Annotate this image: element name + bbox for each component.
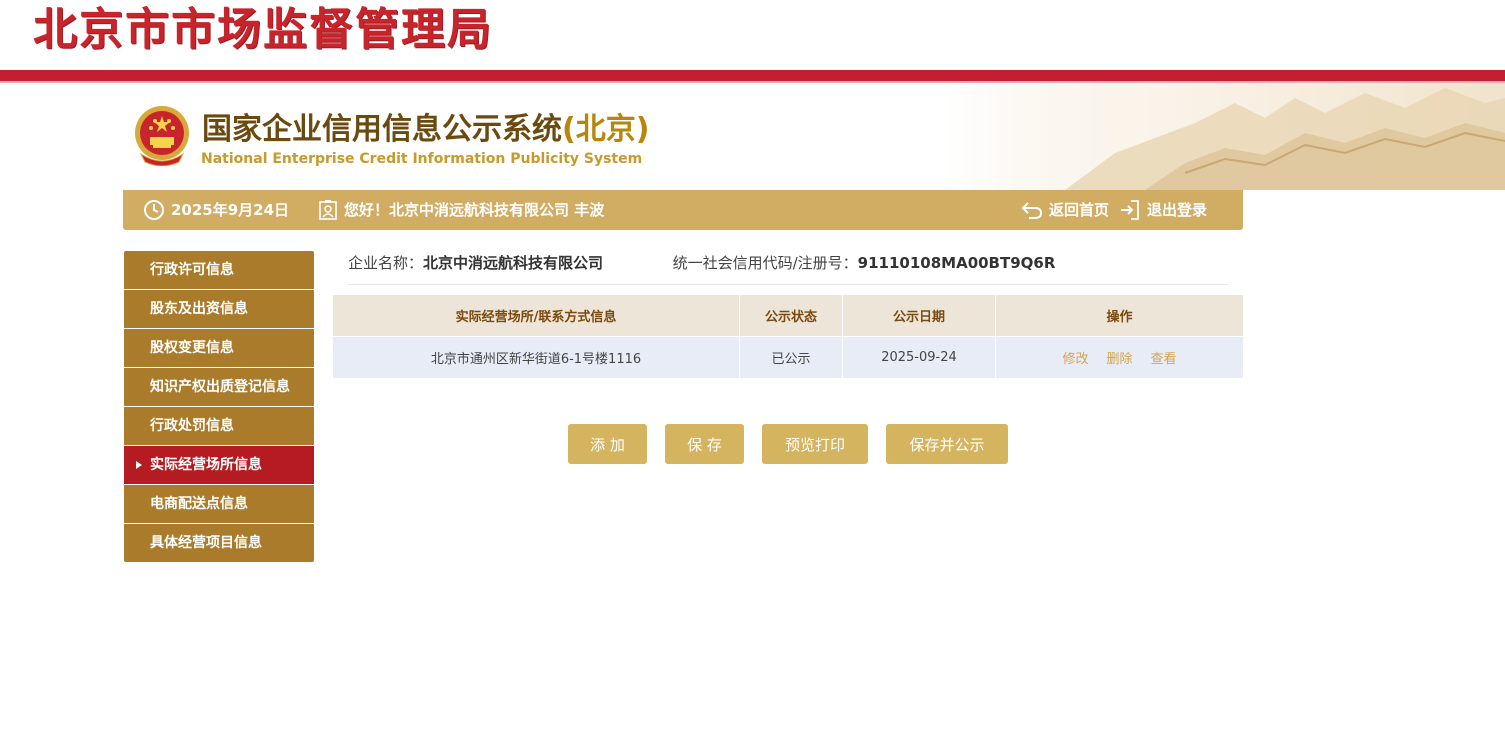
sidebar-item-label: 实际经营场所信息: [150, 457, 262, 473]
system-title: 国家企业信用信息公示系统(北京): [202, 110, 649, 150]
top-header: 北京市市场监督管理局: [0, 0, 1505, 70]
cell-date: 2025-09-24: [842, 336, 996, 378]
info-bar: 2025年9月24日 您好！北京中消远航科技有限公司 丰波 返回首页 退出登录: [123, 190, 1243, 230]
red-divider: [0, 70, 1505, 81]
sidebar-item-label: 股权变更信息: [150, 340, 234, 356]
preview-print-button[interactable]: 预览打印: [762, 424, 868, 464]
col-header-status: 公示状态: [739, 295, 843, 337]
premises-table: 实际经营场所/联系方式信息 公示状态 公示日期 操作 北京市通州区新华街道6-1…: [333, 295, 1243, 378]
sidebar-item-label: 知识产权出质登记信息: [150, 379, 290, 395]
edit-link[interactable]: 修改: [1062, 352, 1088, 367]
cell-status: 已公示: [739, 336, 843, 378]
sidebar-item-label: 股东及出资信息: [150, 301, 248, 317]
company-name: 北京中消远航科技有限公司: [423, 254, 604, 272]
sidebar-item-admin-license[interactable]: 行政许可信息: [124, 251, 314, 290]
cell-ops: 修改 删除 查看: [995, 336, 1243, 378]
date-text: 2025年9月24日: [171, 201, 290, 219]
sidebar-item-label: 行政许可信息: [150, 262, 234, 278]
logout-label: 退出登录: [1147, 201, 1208, 219]
sidebar-item-admin-penalty[interactable]: 行政处罚信息: [124, 407, 314, 446]
save-publish-button[interactable]: 保存并公示: [886, 424, 1008, 464]
home-label: 返回首页: [1049, 201, 1110, 219]
return-arrow-icon: [1021, 202, 1043, 219]
sidebar-item-business-premises[interactable]: 实际经营场所信息: [124, 446, 314, 485]
user-badge-icon: [319, 200, 337, 220]
sidebar-item-ip-pledge[interactable]: 知识产权出质登记信息: [124, 368, 314, 407]
sidebar-item-business-items[interactable]: 具体经营项目信息: [124, 524, 314, 562]
sidebar-item-ecommerce-delivery[interactable]: 电商配送点信息: [124, 485, 314, 524]
sidebar-item-equity-change[interactable]: 股权变更信息: [124, 329, 314, 368]
delete-link[interactable]: 删除: [1106, 352, 1132, 367]
table-row: 北京市通州区新华街道6-1号楼1116 已公示 2025-09-24 修改 删除 查…: [333, 336, 1243, 378]
active-arrow-icon: [136, 461, 142, 469]
company-name-label: 企业名称：: [348, 254, 424, 272]
add-button[interactable]: 添 加: [568, 424, 647, 464]
credit-code: 91110108MA00BT9Q6R: [857, 254, 1056, 272]
logout-icon: [1121, 200, 1139, 220]
sidebar-item-shareholders[interactable]: 股东及出资信息: [124, 290, 314, 329]
agency-title: 北京市市场监督管理局: [33, 4, 493, 55]
view-link[interactable]: 查看: [1151, 352, 1177, 367]
greeting-text: 您好！北京中消远航科技有限公司 丰波: [344, 201, 605, 219]
user-greeting: 您好！北京中消远航科技有限公司 丰波: [318, 190, 604, 230]
home-link[interactable]: 返回首页: [1021, 190, 1109, 230]
col-header-ops: 操作: [995, 295, 1243, 337]
system-title-text: 国家企业信用信息公示系统: [202, 112, 562, 147]
system-subtitle: National Enterprise Credit Information P…: [201, 151, 643, 167]
sidebar-item-label: 电商配送点信息: [150, 496, 248, 512]
great-wall-illustration: [945, 83, 1505, 190]
credit-code-label: 统一社会信用代码/注册号：: [672, 254, 858, 272]
col-header-address: 实际经营场所/联系方式信息: [333, 295, 740, 337]
col-header-date: 公示日期: [842, 295, 996, 337]
table-header-row: 实际经营场所/联系方式信息 公示状态 公示日期 操作: [333, 295, 1243, 337]
national-emblem-icon: [135, 106, 189, 166]
sidebar: 行政许可信息 股东及出资信息 股权变更信息 知识产权出质登记信息 行政处罚信息 …: [124, 251, 314, 562]
cell-address: 北京市通州区新华街道6-1号楼1116: [333, 336, 740, 378]
current-date: 2025年9月24日: [143, 190, 289, 230]
system-title-region: (北京): [562, 112, 650, 147]
company-info: 企业名称：北京中消远航科技有限公司 统一社会信用代码/注册号：91110108M…: [348, 246, 1228, 285]
sidebar-item-label: 行政处罚信息: [150, 418, 234, 434]
clock-icon: [144, 200, 164, 220]
sidebar-item-label: 具体经营项目信息: [150, 535, 262, 551]
save-button[interactable]: 保 存: [665, 424, 744, 464]
logout-link[interactable]: 退出登录: [1119, 190, 1207, 230]
